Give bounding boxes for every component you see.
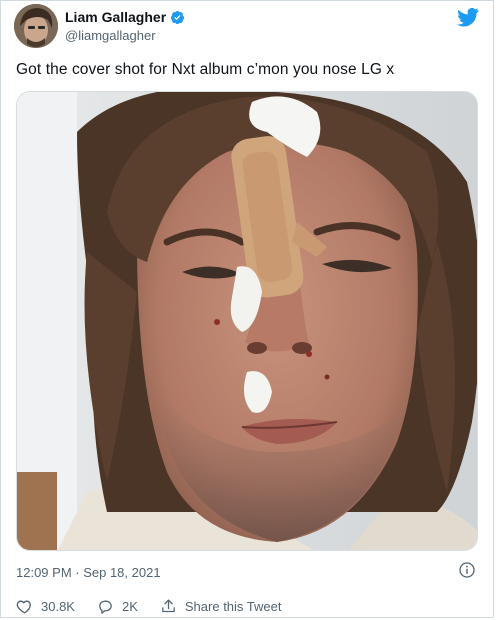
reply-count: 2K — [121, 599, 138, 614]
reply-button[interactable]: 2K — [97, 598, 138, 615]
tweet-card: Liam Gallagher @liamgallagher Got the co… — [0, 0, 494, 618]
share-label: Share this Tweet — [184, 599, 282, 614]
avatar-image — [14, 4, 58, 48]
verified-badge-icon — [171, 10, 185, 24]
info-icon[interactable] — [459, 562, 475, 578]
heart-icon — [16, 600, 31, 614]
like-count: 30.8K — [41, 599, 75, 614]
share-button[interactable]: Share this Tweet — [160, 598, 282, 615]
reply-bubble-icon — [99, 600, 112, 614]
author-name[interactable]: Liam Gallagher — [65, 9, 166, 25]
tweet-timestamp[interactable]: 12:09 PM · Sep 18, 2021 — [16, 565, 161, 580]
twitter-bird-icon[interactable] — [457, 7, 479, 27]
tweet-actions: 30.8K 2K Share this Tweet — [16, 598, 303, 615]
selfie-image — [17, 92, 477, 550]
author-handle[interactable]: @liamgallagher — [65, 28, 156, 43]
share-icon — [162, 599, 175, 613]
tweet-photo[interactable] — [16, 91, 478, 551]
tweet-text: Got the cover shot for Nxt album c’mon y… — [16, 61, 395, 78]
avatar[interactable] — [14, 4, 58, 48]
like-button[interactable]: 30.8K — [16, 598, 75, 615]
author-name-row: Liam Gallagher — [65, 9, 185, 25]
